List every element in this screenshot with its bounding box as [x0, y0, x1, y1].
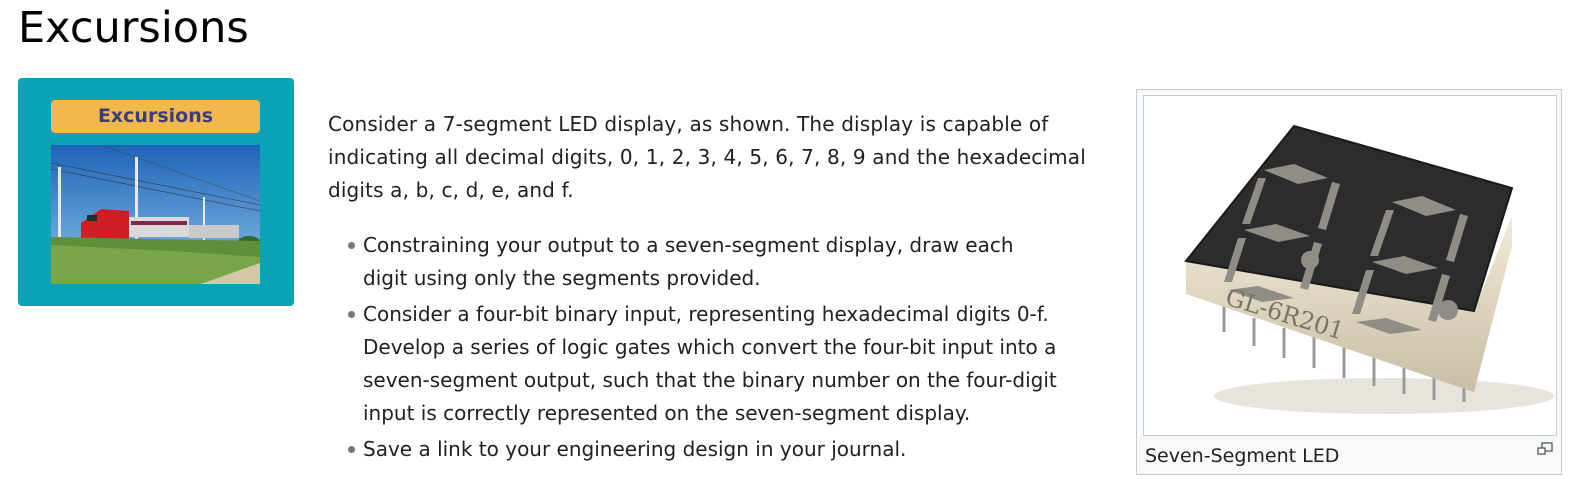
list-item-text: Save a link to your engineering design i… [363, 437, 907, 461]
list-item: Consider a four-bit binary input, repres… [328, 298, 1063, 430]
excursions-infobox: Excursions [18, 78, 294, 306]
figure-caption: Seven-Segment LED [1145, 445, 1340, 467]
list-item-text: Consider a four-bit binary input, repres… [363, 302, 1057, 425]
bullet-icon [348, 311, 355, 318]
list-item-text: Constraining your output to a seven-segm… [363, 233, 1014, 290]
led-figure: GL-6R201 Seven-Segment LED [1136, 89, 1562, 475]
seven-segment-led-photo[interactable]: GL-6R201 [1143, 95, 1557, 436]
page-title: Excursions [18, 3, 249, 53]
bullet-icon [348, 242, 355, 249]
excursions-content: Consider a 7-segment LED display, as sho… [328, 108, 1118, 469]
intro-paragraph: Consider a 7-segment LED display, as sho… [328, 112, 1086, 202]
infobox-label: Excursions [51, 100, 260, 133]
enlarge-icon[interactable] [1537, 442, 1553, 456]
task-list: Constraining your output to a seven-segm… [328, 229, 1118, 466]
led-illustration: GL-6R201 [1184, 124, 1554, 414]
bullet-icon [348, 446, 355, 453]
list-item: Save a link to your engineering design i… [328, 433, 1063, 466]
list-item: Constraining your output to a seven-segm… [328, 229, 1063, 295]
train-photo[interactable] [51, 145, 260, 284]
